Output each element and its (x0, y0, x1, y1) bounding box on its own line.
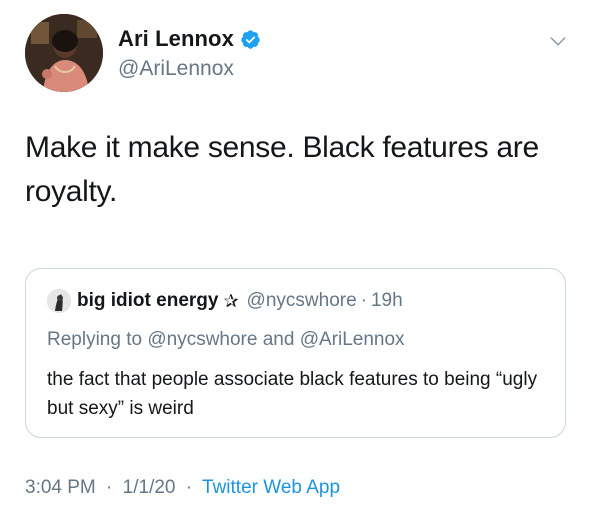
quoted-separator-dot: · (360, 290, 367, 311)
replying-user-link-1[interactable]: @nycswhore (147, 329, 257, 350)
replying-to-line: Replying to @nycswhore and @AriLennox (47, 329, 405, 351)
tweet-time[interactable]: 3:04 PM (25, 477, 96, 498)
tweet-text: Make it make sense. Black features are r… (25, 131, 539, 208)
quoted-avatar-photo-icon (47, 289, 71, 313)
meta-separator-2: · (185, 477, 193, 498)
quoted-author-avatar[interactable] (47, 289, 71, 313)
verified-badge-icon (241, 29, 260, 49)
tweet-source-link[interactable]: Twitter Web App (202, 477, 340, 498)
replying-prefix: Replying to (47, 329, 143, 350)
quoted-timestamp[interactable]: 19h (371, 290, 403, 312)
tweet-header: Ari Lennox @AriLennox (25, 14, 575, 94)
tweet-meta: 3:04 PM · 1/1/20 · Twitter Web App (25, 477, 340, 499)
quoted-handle[interactable]: @nycswhore (247, 290, 357, 312)
quoted-star-emoji: ✰ (223, 290, 239, 311)
quoted-tweet-text: the fact that people associate black fea… (47, 369, 538, 419)
meta-separator-1: · (106, 477, 113, 498)
avatar-photo-icon (25, 14, 103, 92)
quoted-display-name[interactable]: big idiot energy (77, 290, 218, 312)
replying-and: and (262, 329, 295, 350)
tweet-date[interactable]: 1/1/20 (123, 477, 176, 498)
replying-user-link-2[interactable]: @AriLennox (300, 329, 405, 350)
author-display-name[interactable]: Ari Lennox (118, 26, 234, 52)
chevron-down-icon[interactable] (549, 32, 567, 50)
quoted-tweet-header: big idiot energy ✰ @nycswhore · 19h (47, 289, 403, 313)
author-avatar[interactable] (25, 14, 103, 92)
author-handle[interactable]: @AriLennox (118, 57, 234, 81)
quoted-tweet-card[interactable]: big idiot energy ✰ @nycswhore · 19h Repl… (25, 268, 566, 438)
